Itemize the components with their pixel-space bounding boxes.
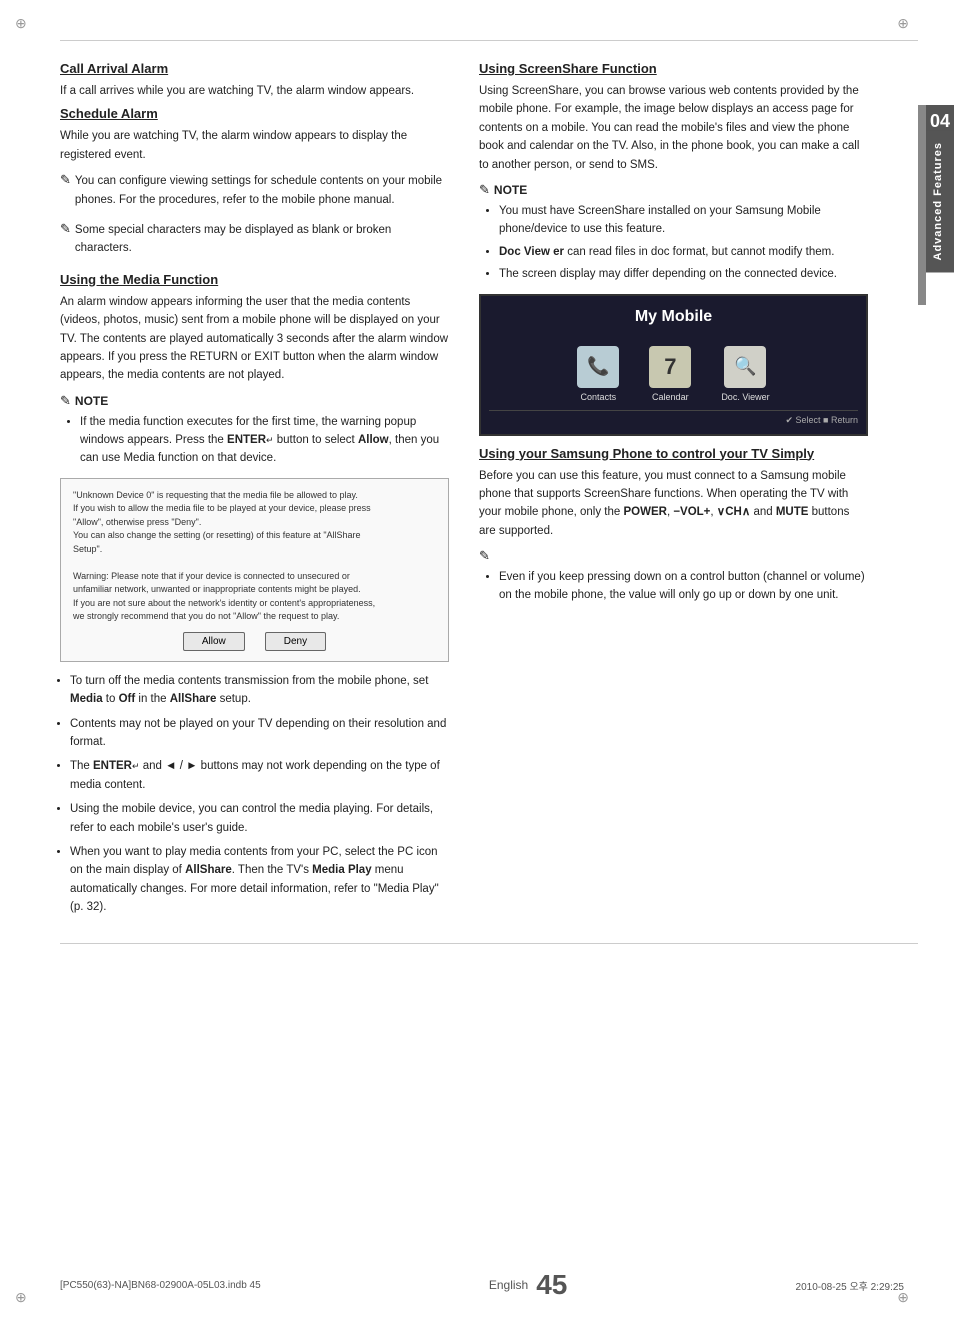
pencil-icon-5: ✎ [479,548,490,564]
dialog-deny-button[interactable]: Deny [265,632,326,651]
call-arrival-heading: Call Arrival Alarm [60,61,449,76]
pencil-icon-4: ✎ [479,182,490,198]
section-call-arrival: Call Arrival Alarm If a call arrives whi… [60,61,449,100]
dialog-line2: If you wish to allow the media file to b… [73,502,436,516]
footer-right: 2010-08-25 오후 2:29:25 [796,1278,904,1293]
bullet-item-2: Contents may not be played on your TV de… [70,715,449,752]
media-note-section: ✎ NOTE If the media function executes fo… [60,393,449,468]
bullet-item-5: When you want to play media contents fro… [70,843,449,917]
media-function-body: An alarm window appears informing the us… [60,293,449,385]
dialog-line7: Warning: Please note that if your device… [73,570,436,584]
section-schedule-alarm: Schedule Alarm While you are watching TV… [60,106,449,263]
samsung-phone-note-header: ✎ [479,548,868,564]
samsung-phone-body: Before you can use this feature, you mus… [479,467,868,541]
pencil-icon-3: ✎ [60,393,71,409]
schedule-note-1-text: You can configure viewing settings for s… [75,172,449,209]
docviewer-label: Doc. Viewer [721,392,769,402]
screenshare-note-label: NOTE [494,183,527,197]
samsung-phone-note-items: Even if you keep pressing down on a cont… [499,568,868,605]
section-screenshare: Using ScreenShare Function Using ScreenS… [479,61,868,436]
my-mobile-title: My Mobile [489,304,858,330]
screenshare-note-header: ✎ NOTE [479,182,868,198]
corner-mark-tl: ⊕ [15,15,27,32]
pencil-icon-1: ✎ [60,172,71,188]
right-column: Using ScreenShare Function Using ScreenS… [479,61,868,923]
bullet-item-3: The ENTER↵ and ◄ / ► buttons may not wor… [70,757,449,794]
media-function-heading: Using the Media Function [60,272,449,287]
page-number: 45 [536,1269,567,1301]
schedule-alarm-body: While you are watching TV, the alarm win… [60,127,449,164]
dialog-buttons: Allow Deny [73,632,436,651]
schedule-notes: ✎ You can configure viewing settings for… [60,172,449,264]
dialog-box: "Unknown Device 0" is requesting that th… [60,478,449,662]
page-container: ⊕ ⊕ ⊕ ⊕ 04 Advanced Features Call Arriva… [0,0,954,1321]
footer-left: [PC550(63)-NA]BN68-02900A-05L03.indb 45 [60,1280,261,1291]
schedule-note-2: ✎ Some special characters may be display… [60,221,449,264]
pencil-icon-2: ✎ [60,221,71,237]
dialog-line3: "Allow", otherwise press "Deny". [73,516,436,530]
media-note-label: NOTE [75,394,108,408]
bullet-item-1: To turn off the media contents transmiss… [70,672,449,709]
contacts-icon: 📞 [577,346,619,388]
screenshare-note-section: ✎ NOTE You must have ScreenShare install… [479,182,868,284]
dialog-line4: You can also change the setting (or rese… [73,529,436,543]
screenshare-note-items: You must have ScreenShare installed on y… [499,202,868,284]
samsung-phone-note-section: ✎ Even if you keep pressing down on a co… [479,548,868,605]
media-note-item-1: If the media function executes for the f… [80,413,449,468]
corner-mark-tr: ⊕ [897,15,909,32]
screenshare-note-item-1: You must have ScreenShare installed on y… [499,202,868,239]
dialog-line8: unfamiliar network, unwanted or inapprop… [73,583,436,597]
my-mobile-icons: 📞 Contacts 7 Calendar 🔍 Doc. Viewer [489,346,858,402]
my-mobile-box: My Mobile 📞 Contacts 7 Calendar 🔍 Doc. [479,294,868,436]
left-column: Call Arrival Alarm If a call arrives whi… [60,61,449,923]
screenshare-heading: Using ScreenShare Function [479,61,868,76]
samsung-phone-heading: Using your Samsung Phone to control your… [479,446,868,461]
dialog-line10: we strongly recommend that you do not "A… [73,610,436,624]
dialog-line9: If you are not sure about the network's … [73,597,436,611]
docviewer-icon: 🔍 [724,346,766,388]
media-note-items: If the media function executes for the f… [80,413,449,468]
call-arrival-body: If a call arrives while you are watching… [60,82,449,100]
side-tab-bar [918,105,926,305]
section-media-function: Using the Media Function An alarm window… [60,272,449,917]
section-samsung-phone: Using your Samsung Phone to control your… [479,446,868,605]
calendar-icon: 7 [649,346,691,388]
schedule-note-2-text: Some special characters may be displayed… [75,221,449,258]
samsung-phone-note-item: Even if you keep pressing down on a cont… [499,568,868,605]
media-note-header: ✎ NOTE [60,393,449,409]
screenshare-note-item-2: Doc View er can read files in doc format… [499,243,868,261]
screenshare-body: Using ScreenShare, you can browse variou… [479,82,868,174]
page-number-block: English 45 [489,1269,568,1301]
my-mobile-footer: ✔ Select ■ Return [489,410,858,426]
page-footer: [PC550(63)-NA]BN68-02900A-05L03.indb 45 … [0,1269,954,1301]
mobile-icon-docviewer: 🔍 Doc. Viewer [721,346,769,402]
mobile-icon-contacts: 📞 Contacts [577,346,619,402]
schedule-note-1: ✎ You can configure viewing settings for… [60,172,449,215]
chapter-title: Advanced Features [926,130,954,272]
calendar-label: Calendar [652,392,689,402]
dialog-line1: "Unknown Device 0" is requesting that th… [73,489,436,503]
mobile-icon-calendar: 7 Calendar [649,346,691,402]
bottom-divider [60,943,918,944]
schedule-alarm-heading: Schedule Alarm [60,106,449,121]
bullet-item-4: Using the mobile device, you can control… [70,800,449,837]
contacts-label: Contacts [581,392,617,402]
dialog-line5: Setup". [73,543,436,557]
media-bullet-list: To turn off the media contents transmiss… [70,672,449,917]
screenshare-note-item-3: The screen display may differ depending … [499,265,868,283]
page-number-text: English [489,1278,528,1292]
dialog-allow-button[interactable]: Allow [183,632,245,651]
content-area: Call Arrival Alarm If a call arrives whi… [0,41,918,943]
